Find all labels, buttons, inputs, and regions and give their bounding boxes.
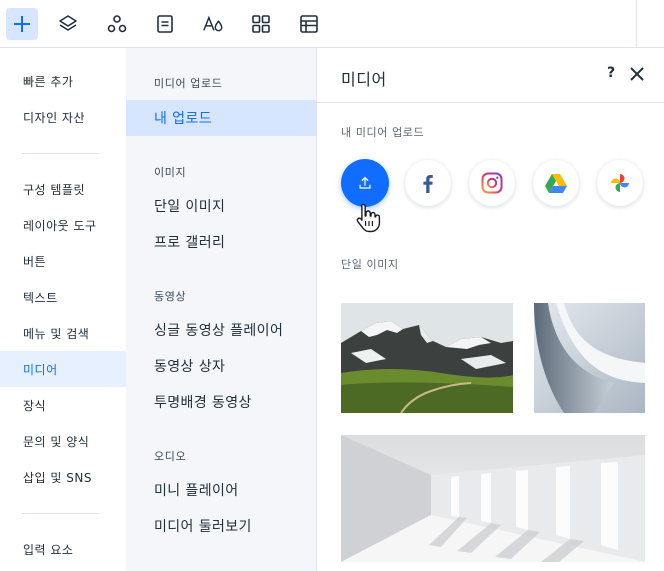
subnav-my-uploads[interactable]: 내 업로드 [126,100,316,136]
nav-item-menu-search[interactable]: 메뉴 및 검색 [0,315,126,351]
panel-header: 미디어 ? [317,48,664,103]
close-button[interactable] [628,65,646,83]
section-heading-audio: 오디오 [154,450,187,463]
instagram-icon [481,172,503,194]
image-tile-mountains[interactable] [341,303,513,413]
section-heading-images: 이미지 [154,166,187,179]
subnav-label: 동영상 상자 [154,359,226,375]
subnav-media-explore[interactable]: 미디어 둘러보기 [126,508,316,544]
upload-icon [359,176,371,189]
nav-item-templates[interactable]: 구성 템플릿 [0,171,126,207]
nav-item-label: 문의 및 양식 [23,434,90,449]
white-room-image [341,435,645,562]
nav-item-embed-social[interactable]: 삽입 및 SNS [0,459,126,495]
nav-item-media[interactable]: 미디어 [0,351,126,387]
nav-item-buttons[interactable]: 버튼 [0,243,126,279]
abstract-curve-image [534,303,645,413]
subnav-label: 싱글 동영상 플레이어 [154,323,284,339]
nav-item-label: 디자인 자산 [23,110,86,125]
mountain-landscape-image [341,303,513,413]
top-toolbar [0,0,664,48]
single-image-section-label: 단일 이미지 [341,258,399,271]
nav-item-design-assets[interactable]: 디자인 자산 [0,99,126,135]
google-photos-icon [611,174,629,192]
add-elements-button[interactable] [6,8,38,40]
google-drive-upload-button[interactable] [533,160,579,206]
grid-icon [252,15,270,33]
nav-item-quick-add[interactable]: 빠른 추가 [0,63,126,99]
page-icon [157,15,173,33]
nav-item-contact-forms[interactable]: 문의 및 양식 [0,423,126,459]
subnav-label: 프로 갤러리 [154,235,226,251]
nav-divider [22,153,99,154]
category-nav: 빠른 추가 디자인 자산 구성 템플릿 레이아웃 도구 버튼 텍스트 메뉴 및 … [0,48,126,571]
subnav-label: 내 업로드 [154,111,212,127]
subnav-pro-gallery[interactable]: 프로 갤러리 [126,224,316,260]
image-tile-room[interactable] [341,435,645,562]
close-icon [630,67,644,81]
section-heading-media-upload: 미디어 업로드 [154,77,223,90]
subnav-transparent-video[interactable]: 투명배경 동영상 [126,384,316,420]
media-panel: 미디어 ? 내 미디어 업로드 단일 이미지 [317,48,664,571]
nav-item-layout-tools[interactable]: 레이아웃 도구 [0,207,126,243]
subnav-label: 단일 이미지 [154,199,226,215]
app-market-button[interactable] [245,8,277,40]
nav-item-input[interactable]: 입력 요소 [0,531,126,567]
subnav-single-image[interactable]: 단일 이미지 [126,188,316,224]
subnav-label: 미니 플레이어 [154,483,239,499]
theme-button[interactable] [197,8,229,40]
subcategory-panel: 미디어 업로드 내 업로드 이미지 단일 이미지 프로 갤러리 동영상 싱글 동… [126,48,317,571]
google-drive-icon [545,174,567,193]
plus-icon [14,16,30,32]
table-icon [300,15,318,33]
layers-icon [59,15,77,31]
facebook-icon [423,175,433,193]
facebook-upload-button[interactable] [405,160,451,206]
panel-title: 미디어 [341,70,387,89]
nav-item-label: 삽입 및 SNS [23,470,92,485]
layers-button[interactable] [52,8,84,40]
nav-item-label: 장식 [23,398,47,413]
subnav-label: 미디어 둘러보기 [154,519,252,535]
subnav-video-box[interactable]: 동영상 상자 [126,348,316,384]
upload-section-label: 내 미디어 업로드 [341,126,425,139]
hand-pointer-cursor-icon [354,202,382,234]
nav-item-label: 버튼 [23,254,47,269]
nav-item-label: 빠른 추가 [23,74,74,89]
nav-item-label: 미디어 [23,362,58,377]
apps-button[interactable] [101,8,133,40]
toolbar-divider [636,0,637,48]
subnav-mini-player[interactable]: 미니 플레이어 [126,472,316,508]
nav-divider [22,513,99,514]
nav-item-label: 레이아웃 도구 [23,218,97,233]
nav-item-label: 텍스트 [23,290,58,305]
cms-button[interactable] [293,8,325,40]
nav-item-text[interactable]: 텍스트 [0,279,126,315]
help-button[interactable]: ? [607,65,621,85]
google-photos-upload-button[interactable] [597,160,643,206]
nav-item-decorative[interactable]: 장식 [0,387,126,423]
pages-button[interactable] [149,8,181,40]
section-heading-video: 동영상 [154,290,187,303]
nav-item-label: 메뉴 및 검색 [23,326,90,341]
nav-item-label: 입력 요소 [23,542,74,557]
apps-icon [107,15,127,33]
upload-media-button[interactable] [341,159,389,207]
subnav-label: 투명배경 동영상 [154,395,252,411]
text-theme-icon [203,15,223,32]
nav-item-label: 구성 템플릿 [23,182,86,197]
image-tile-abstract[interactable] [534,303,645,413]
instagram-upload-button[interactable] [469,160,515,206]
subnav-single-video-player[interactable]: 싱글 동영상 플레이어 [126,312,316,348]
